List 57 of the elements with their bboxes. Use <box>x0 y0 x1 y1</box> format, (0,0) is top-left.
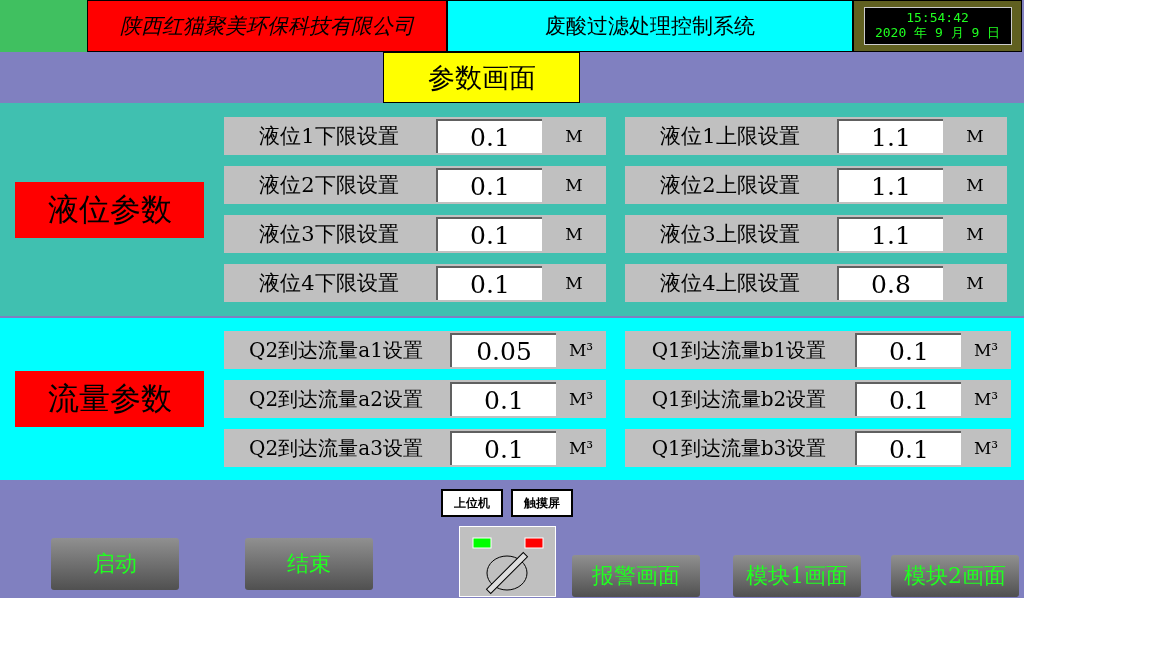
value-field[interactable]: 0.1 <box>436 217 542 251</box>
parameter-label: Q2到达流量a2设置 <box>248 385 424 413</box>
parameter-label: 液位1上限设置 <box>659 123 801 150</box>
value-field[interactable]: 1.1 <box>837 217 943 251</box>
value-field[interactable]: 0.1 <box>855 333 961 367</box>
parameter-label: Q1到达流量b1设置 <box>650 336 828 364</box>
parameter-label: 液位3下限设置 <box>258 221 400 248</box>
unit-label: M <box>965 224 985 244</box>
stop-button[interactable]: 结束 <box>245 538 373 590</box>
value-field[interactable]: 0.1 <box>855 431 961 465</box>
parameter-label: Q2到达流量a1设置 <box>248 336 424 364</box>
unit-label: M <box>564 175 584 195</box>
parameter-label: 液位4上限设置 <box>659 270 801 297</box>
start-button[interactable]: 启动 <box>51 538 179 590</box>
parameter-label: 液位4下限设置 <box>258 270 400 297</box>
section-title: 流量参数 <box>15 371 204 427</box>
value-field[interactable]: 1.1 <box>837 119 943 153</box>
unit-label: M³ <box>567 340 595 360</box>
mode-label: 上位机 <box>441 489 503 517</box>
page-title: 参数画面 <box>383 52 580 103</box>
parameter-label: 液位2上限设置 <box>659 172 801 199</box>
unit-label: M <box>965 126 985 146</box>
unit-label: M <box>965 175 985 195</box>
value-field[interactable]: 0.1 <box>855 382 961 416</box>
module1-screen-button[interactable]: 模块1画面 <box>733 555 861 597</box>
unit-label: M³ <box>567 438 595 458</box>
value-field[interactable]: 0.1 <box>450 382 556 416</box>
unit-label: M³ <box>972 340 1000 360</box>
parameter-label: Q1到达流量b3设置 <box>650 434 828 462</box>
unit-label: M <box>965 273 985 293</box>
selector-switch-drawing[interactable] <box>459 526 556 597</box>
parameter-label: 液位1下限设置 <box>258 123 400 150</box>
value-field[interactable]: 0.05 <box>450 333 556 367</box>
value-field[interactable]: 0.1 <box>436 266 542 300</box>
alarm-screen-button[interactable]: 报警画面 <box>572 555 700 597</box>
mode-label: 触摸屏 <box>511 489 573 517</box>
value-field[interactable]: 1.1 <box>837 168 943 202</box>
parameter-label: Q1到达流量b2设置 <box>650 385 828 413</box>
section-title: 液位参数 <box>15 181 204 238</box>
value-field[interactable]: 0.1 <box>436 119 542 153</box>
clock-date: 2020 年 9 月 9 日 <box>874 26 1001 41</box>
value-field[interactable]: 0.8 <box>837 266 943 300</box>
unit-label: M <box>564 273 584 293</box>
module2-screen-button[interactable]: 模块2画面 <box>891 555 1019 597</box>
parameter-label: 液位3上限设置 <box>659 221 801 248</box>
company-name: 陕西红猫聚美环保科技有限公司 <box>87 0 447 52</box>
unit-label: M³ <box>972 389 1000 409</box>
parameter-label: Q2到达流量a3设置 <box>248 434 424 462</box>
clock-time: 15:54:42 <box>906 11 969 26</box>
value-field[interactable]: 0.1 <box>450 431 556 465</box>
value-field[interactable]: 0.1 <box>436 168 542 202</box>
unit-label: M <box>564 126 584 146</box>
unit-label: M³ <box>567 389 595 409</box>
parameter-label: 液位2下限设置 <box>258 172 400 199</box>
unit-label: M <box>564 224 584 244</box>
unit-label: M³ <box>972 438 1000 458</box>
system-title: 废酸过滤处理控制系统 <box>447 0 853 52</box>
